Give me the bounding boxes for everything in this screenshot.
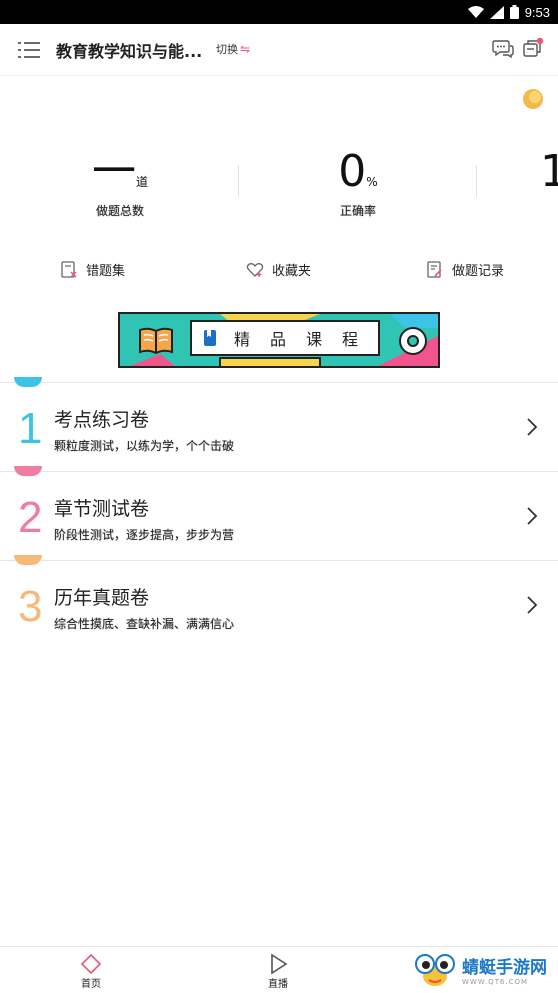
wrong-questions-icon <box>61 260 77 278</box>
chevron-right-icon <box>527 418 538 436</box>
section-title: 考点练习卷 <box>54 409 150 431</box>
stat-value: 0 <box>338 146 367 197</box>
section-subtitle: 颗粒度测试，以练为学，个个击破 <box>54 439 235 453</box>
section-tab-arc <box>14 466 42 476</box>
premium-course-banner[interactable]: 精 品 课 程 <box>118 312 440 368</box>
chevron-right-icon <box>527 507 538 525</box>
swap-arrows-icon: ⇋ <box>240 42 251 56</box>
record-edit-icon <box>427 260 442 278</box>
status-time: 9:53 <box>524 4 550 20</box>
play-triangle-icon <box>271 953 288 975</box>
stat-divider <box>238 165 239 197</box>
banner-char: 精 <box>234 330 253 349</box>
stat-total-questions: 一道 做题总数 <box>80 148 160 219</box>
nav-live[interactable]: 直播 <box>267 953 289 990</box>
quick-link-wrong-questions[interactable]: 错题集 <box>60 260 125 279</box>
quick-link-label: 收藏夹 <box>272 264 312 279</box>
stat-third: 1 <box>540 148 558 196</box>
switch-label: 切换 <box>216 43 238 56</box>
section-topic-practice[interactable]: 1 考点练习卷 颗粒度测试，以练为学，个个击破 <box>0 377 558 472</box>
banner-char: 品 <box>270 330 289 349</box>
section-number: 2 <box>18 493 43 542</box>
quick-link-label: 错题集 <box>86 264 126 279</box>
disc-icon <box>399 327 427 355</box>
menu-list-icon[interactable] <box>18 40 40 60</box>
app-header: 教育教学知识与能... 切换 ⇋ <box>0 24 558 76</box>
watermark-logo: 蜻蜓手游网 WWW.QT6.COM <box>412 950 547 988</box>
stat-unit: % <box>366 175 378 189</box>
message-notification-icon[interactable] <box>522 37 544 59</box>
section-number: 3 <box>18 582 43 631</box>
section-chapter-test[interactable]: 2 章节测试卷 阶段性测试，逐步提高，步步为营 <box>0 466 558 561</box>
bookmark-icon <box>204 330 216 346</box>
section-title: 章节测试卷 <box>54 498 150 520</box>
favorite-heart-icon <box>246 262 264 277</box>
section-past-exams[interactable]: 3 历年真题卷 综合性摸底、查缺补漏、满满信心 <box>0 555 558 650</box>
quick-link-records[interactable]: 做题记录 <box>426 260 504 279</box>
banner-char: 课 <box>306 330 325 349</box>
section-subtitle: 阶段性测试，逐步提高，步步为营 <box>54 528 235 542</box>
quick-link-label: 做题记录 <box>452 264 505 279</box>
signal-icon <box>489 5 504 19</box>
banner-char: 程 <box>342 330 361 349</box>
section-title: 历年真题卷 <box>54 587 150 609</box>
page-title: 教育教学知识与能... <box>56 42 203 61</box>
stat-divider <box>476 165 477 197</box>
banner-text-box: 精 品 课 程 <box>190 320 380 356</box>
watermark-text: 蜻蜓手游网 <box>462 957 547 978</box>
stat-unit: 道 <box>135 175 148 189</box>
nav-label: 直播 <box>268 979 288 990</box>
section-subtitle: 综合性摸底、查缺补漏、满满信心 <box>54 617 235 631</box>
status-bar: 9:53 <box>0 0 558 24</box>
stat-value: 1 <box>540 148 558 196</box>
nav-home[interactable]: 首页 <box>80 953 102 990</box>
home-diamond-icon <box>80 953 102 975</box>
open-book-icon <box>139 327 173 355</box>
chat-bubble-icon[interactable] <box>492 39 514 59</box>
stat-accuracy: 0% 正确率 <box>318 148 398 219</box>
watermark-url: WWW.QT6.COM <box>462 977 529 986</box>
battery-icon <box>509 5 519 19</box>
wifi-icon <box>467 5 484 18</box>
dragonfly-mascot-icon <box>415 954 455 986</box>
section-tab-arc <box>14 377 42 387</box>
stat-label: 做题总数 <box>95 204 144 218</box>
night-mode-icon[interactable] <box>522 88 544 110</box>
section-number: 1 <box>18 404 43 453</box>
stat-value: 一 <box>91 146 136 197</box>
nav-label: 首页 <box>81 979 101 990</box>
chevron-right-icon <box>527 596 538 614</box>
stat-label: 正确率 <box>339 204 376 218</box>
switch-subject-button[interactable]: 切换 ⇋ <box>216 41 250 57</box>
section-tab-arc <box>14 555 42 565</box>
quick-link-favorites[interactable]: 收藏夹 <box>246 260 311 279</box>
